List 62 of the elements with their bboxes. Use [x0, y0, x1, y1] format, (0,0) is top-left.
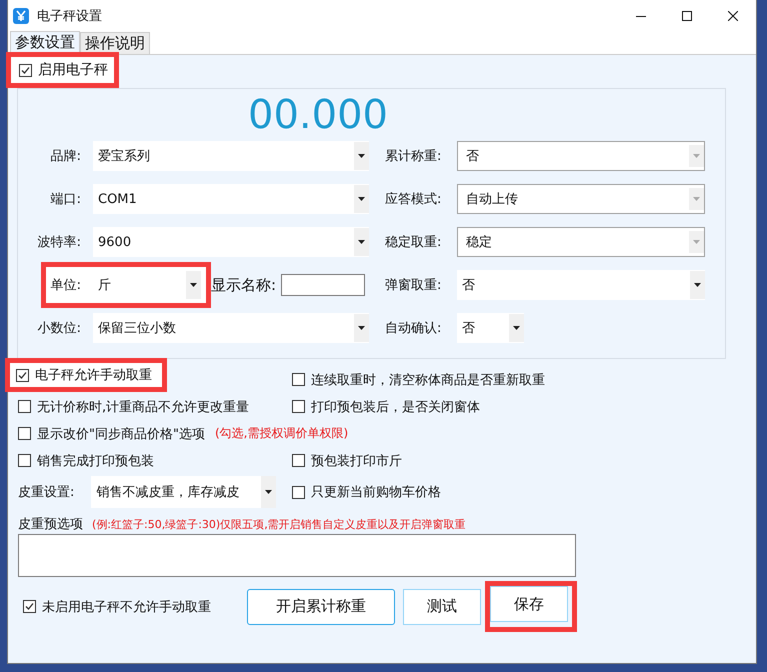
field-label: 皮重预选项: [18, 516, 83, 533]
app-icon: [13, 8, 29, 24]
dropdown-arrow-icon[interactable]: [358, 154, 365, 158]
button[interactable]: 开启累计称重: [247, 588, 395, 624]
button[interactable]: 保存: [490, 586, 568, 622]
dropdown-arrow-icon[interactable]: [358, 197, 365, 201]
field-label: 端口:: [50, 191, 81, 208]
checkbox[interactable]: [23, 600, 36, 613]
dropdown-arrow-icon[interactable]: [358, 240, 365, 244]
checkbox-label: 电子秤允许手动取重: [35, 367, 152, 384]
checkbox-label: 无计价称时,计重商品不允许更改重量: [37, 398, 250, 416]
checkbox-label: 预包装打印市斤: [311, 452, 402, 470]
tab[interactable]: 参数设置: [10, 31, 80, 54]
dropdown[interactable]: 爱宝系列: [93, 141, 369, 171]
checkbox-label: 只更新当前购物车价格: [311, 484, 441, 501]
field-label: 小数位:: [36, 320, 81, 337]
field-label: 应答模式:: [385, 191, 442, 208]
checkbox[interactable]: [292, 373, 305, 386]
checkbox[interactable]: [16, 368, 29, 382]
field-label: 波特率:: [36, 234, 81, 251]
window-title: 电子秤设置: [37, 8, 102, 25]
dropdown[interactable]: 保留三位小数: [93, 313, 369, 343]
text-area[interactable]: [18, 534, 576, 577]
dropdown-arrow-icon[interactable]: [190, 283, 197, 287]
dropdown[interactable]: 否: [457, 270, 705, 300]
field-label: 自动确认:: [385, 320, 442, 337]
checkbox-label: 连续取重时，清空称体商品是否重新取重: [311, 372, 545, 388]
hint-text: (勾选,需授权调价单权限): [214, 425, 348, 442]
checkbox[interactable]: [18, 427, 31, 440]
field-label: 稳定取重:: [385, 234, 442, 251]
dropdown-arrow-icon[interactable]: [694, 283, 701, 287]
weight-reading: 00.000: [247, 91, 389, 140]
checkbox-label: 启用电子秤: [38, 61, 108, 79]
field-label: 显示名称:: [211, 276, 276, 294]
checkbox-label: 显示改价"同步商品价格"选项: [37, 426, 205, 442]
dropdown-arrow-icon[interactable]: [358, 326, 365, 330]
checkbox-label: 未启用电子秤不允许手动取重: [42, 598, 211, 616]
checkbox-label: 打印预包装后，是否关闭窗体: [311, 398, 480, 416]
dropdown[interactable]: 否: [457, 313, 524, 343]
checkbox[interactable]: [18, 400, 31, 413]
maximize-icon[interactable]: [682, 11, 692, 21]
dropdown[interactable]: COM1: [93, 184, 369, 214]
close-icon[interactable]: [728, 11, 738, 21]
text-field[interactable]: [281, 274, 366, 296]
checkbox[interactable]: [18, 454, 31, 467]
dropdown-arrow-icon[interactable]: [513, 326, 520, 330]
dropdown[interactable]: 9600: [93, 227, 369, 257]
field-label: 单位:: [50, 277, 81, 294]
field-label: 品牌:: [50, 148, 81, 165]
button[interactable]: 测试: [403, 588, 481, 624]
tab[interactable]: 操作说明: [80, 32, 150, 54]
hint-text: (例:红篮子:50,绿篮子:30)仅限五项,需开启销售自定义皮重以及开启弹窗取重: [92, 516, 466, 532]
checkbox[interactable]: [19, 64, 32, 76]
dropdown-arrow-icon[interactable]: [265, 490, 272, 494]
dropdown[interactable]: 销售不减皮重，库存减皮: [91, 476, 276, 508]
checkbox-label: 销售完成打印预包装: [37, 452, 154, 470]
checkbox[interactable]: [292, 486, 305, 498]
field-label: 弹窗取重:: [385, 277, 442, 294]
checkbox[interactable]: [292, 400, 305, 413]
checkbox[interactable]: [292, 454, 305, 467]
field-label: 皮重设置:: [18, 484, 74, 501]
field-label: 累计称重:: [385, 148, 442, 165]
